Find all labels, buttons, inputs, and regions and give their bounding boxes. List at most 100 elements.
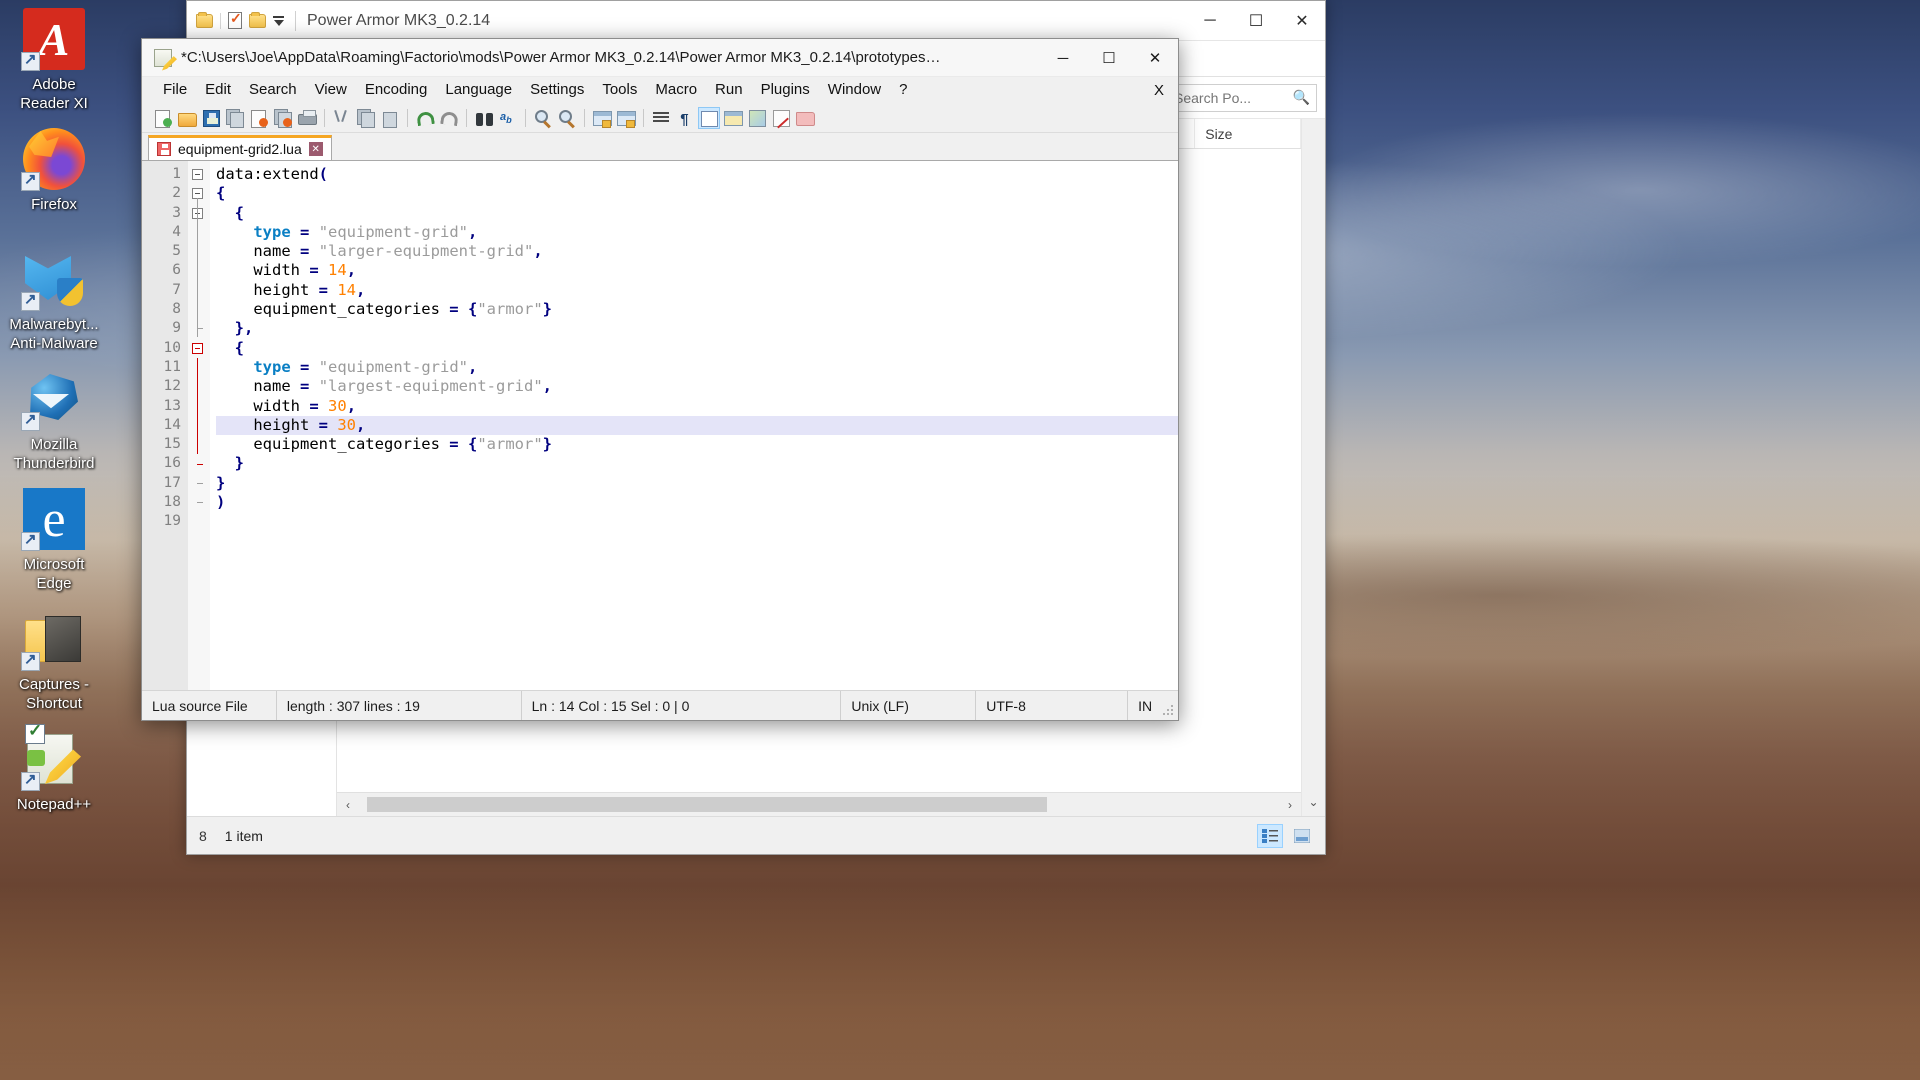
folder-as-workspace-icon[interactable] [794,107,816,129]
menu-item-plugins[interactable]: Plugins [752,79,819,101]
code-line[interactable]: name = "larger-equipment-grid", [216,242,1178,261]
code-line[interactable]: height = 30, [216,415,1178,436]
code-line[interactable]: { [216,184,1178,203]
desktop-icon-notepad-plus-plus[interactable]: Notepad++ [2,721,106,814]
function-list-icon[interactable] [770,107,792,129]
close-icon[interactable]: ✕ [1132,39,1178,77]
paste-icon[interactable] [379,107,401,129]
large-icons-view-icon[interactable] [1289,824,1315,848]
search-input[interactable]: Search Po... 🔍 [1167,83,1317,112]
customize-caret-icon[interactable] [273,15,284,26]
scroll-down-icon[interactable]: ⌄ [1302,788,1325,816]
undo-icon[interactable] [414,107,436,129]
column-size[interactable]: Size [1195,119,1301,148]
menu-item-edit[interactable]: Edit [196,79,240,101]
npp-title-bar[interactable]: *C:\Users\Joe\AppData\Roaming\Factorio\m… [142,39,1178,77]
print-icon[interactable] [296,107,318,129]
details-view-icon[interactable] [1257,824,1283,848]
code-line[interactable]: type = "equipment-grid", [216,223,1178,242]
code-line[interactable]: equipment_categories = {"armor"} [216,300,1178,319]
desktop-icon-captures-shortcut[interactable]: Captures - Shortcut [2,608,106,713]
menu-close-document[interactable]: X [1154,82,1164,99]
code-line[interactable]: name = "largest-equipment-grid", [216,377,1178,396]
cut-icon[interactable] [331,107,353,129]
sync-horizontal-scroll-icon[interactable] [615,107,637,129]
code-line[interactable]: width = 14, [216,261,1178,280]
desktop-icon-adobe-reader[interactable]: Adobe Reader XI [2,8,106,113]
desktop-icon-firefox[interactable]: Firefox [2,128,106,214]
npp-editor[interactable]: 1 2 3 4 5 6 7 8 9 10 11 12 13 14 15 16 17 18 19 data:exten… [142,161,1178,690]
code-line[interactable]: type = "equipment-grid", [216,358,1178,377]
explorer-title-bar[interactable]: Power Armor MK3_0.2.14 ─ ☐ ✕ [187,1,1325,41]
code-text-area[interactable]: data:extend({ { type = "equipment-grid",… [210,161,1178,690]
menu-item-search[interactable]: Search [240,79,306,101]
resize-grip-icon[interactable] [1163,705,1175,717]
desktop-icon-malwarebytes[interactable]: Malwarebyt... Anti-Malware [2,248,106,353]
show-all-characters-icon[interactable]: ¶ [674,107,696,129]
code-line[interactable]: } [216,474,1178,493]
save-icon[interactable] [200,107,222,129]
menu-item-encoding[interactable]: Encoding [356,79,437,101]
menu-item-settings[interactable]: Settings [521,79,593,101]
close-icon[interactable]: ✕ [1279,1,1325,41]
explorer-vertical-scrollbar[interactable]: ⌄ [1301,119,1325,816]
code-line[interactable]: { [216,204,1178,223]
scroll-thumb[interactable] [367,797,1047,812]
copy-icon[interactable] [355,107,377,129]
npp-window-buttons[interactable]: ─ ☐ ✕ [1040,39,1178,77]
fold-toggle-icon[interactable] [192,342,203,354]
zoom-out-icon[interactable] [556,107,578,129]
desktop-icon-thunderbird[interactable]: Mozilla Thunderbird [2,368,106,473]
scroll-track[interactable] [359,793,1279,816]
menu-item-file[interactable]: File [154,79,196,101]
word-wrap-icon[interactable] [650,107,672,129]
properties-icon[interactable] [228,10,242,29]
maximize-icon[interactable]: ☐ [1086,39,1132,77]
document-map-icon[interactable] [746,107,768,129]
close-file-icon[interactable] [248,107,270,129]
code-line[interactable]: { [216,339,1178,358]
fold-toggle-icon[interactable] [192,169,203,180]
quick-access-toolbar[interactable] [187,10,284,29]
minimize-icon[interactable]: ─ [1040,39,1086,77]
code-line[interactable]: width = 30, [216,397,1178,416]
tab-equipment-grid2-lua[interactable]: equipment-grid2.lua ✕ [148,135,332,160]
indent-guide-icon[interactable] [698,106,720,129]
code-line[interactable] [216,512,1178,531]
sync-vertical-scroll-icon[interactable] [591,107,613,129]
code-line[interactable]: ) [216,493,1178,512]
menu-item-tools[interactable]: Tools [593,79,646,101]
open-file-icon[interactable] [176,107,198,129]
new-folder-icon[interactable] [249,11,266,28]
maximize-icon[interactable]: ☐ [1233,1,1279,41]
explorer-view-buttons[interactable] [1257,817,1315,855]
code-line[interactable]: }, [216,319,1178,338]
redo-icon[interactable] [438,107,460,129]
menu-item-macro[interactable]: Macro [646,79,706,101]
save-all-icon[interactable] [224,107,246,129]
npp-menu-bar[interactable]: File Edit Search View Encoding Language Settin… [142,77,1178,103]
folder-icon[interactable] [196,11,213,28]
code-line[interactable]: equipment_categories = {"armor"} [216,435,1178,454]
find-icon[interactable] [473,107,495,129]
menu-item-run[interactable]: Run [706,79,752,101]
menu-item-window[interactable]: Window [819,79,890,101]
nav-item-desktop[interactable]: 🖵 Desktop [187,809,336,817]
code-line[interactable]: height = 14, [216,281,1178,300]
new-file-icon[interactable] [152,107,174,129]
menu-item-[interactable]: ? [890,79,916,101]
menu-item-view[interactable]: View [306,79,356,101]
explorer-window-buttons[interactable]: ─ ☐ ✕ [1187,1,1325,41]
close-all-files-icon[interactable] [272,107,294,129]
replace-icon[interactable]: ab [497,107,519,129]
zoom-in-icon[interactable] [532,107,554,129]
scroll-right-icon[interactable]: › [1279,798,1301,812]
search-icon[interactable]: 🔍 [1293,89,1310,106]
tab-close-icon[interactable]: ✕ [308,142,323,156]
code-line[interactable]: } [216,454,1178,473]
explorer-horizontal-scrollbar[interactable]: ‹ › [337,792,1301,816]
npp-toolbar[interactable]: ab ¶ [142,103,1178,133]
npp-tab-bar[interactable]: equipment-grid2.lua ✕ [142,133,1178,161]
code-line[interactable]: data:extend( [216,165,1178,184]
code-folding-gutter[interactable] [188,161,210,690]
